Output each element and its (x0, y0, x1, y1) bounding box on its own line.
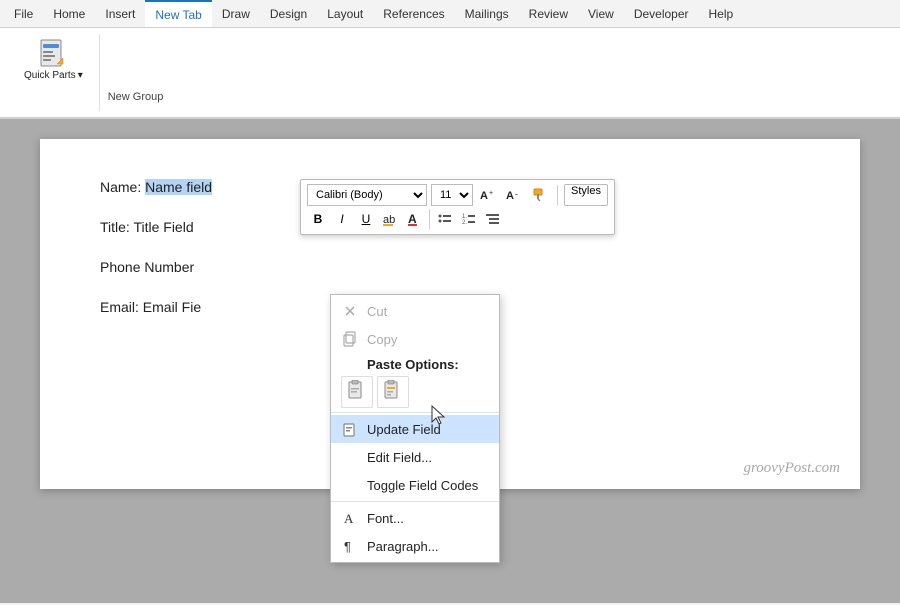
update-field-icon (341, 420, 359, 438)
ctx-paragraph-label: Paragraph... (367, 539, 439, 554)
edit-field-icon (341, 448, 359, 466)
ribbon-tab-bar: File Home Insert New Tab Draw Design Lay… (0, 0, 900, 28)
ribbon: File Home Insert New Tab Draw Design Lay… (0, 0, 900, 119)
copy-icon (341, 330, 359, 348)
decrease-font-button[interactable]: A- (503, 184, 525, 206)
tab-draw[interactable]: Draw (212, 0, 260, 27)
tab-file[interactable]: File (4, 0, 43, 27)
new-group-label: New Group (100, 34, 172, 111)
name-prefix: Name: (100, 179, 145, 195)
name-field-selected: Name field (145, 179, 212, 195)
ctx-paragraph[interactable]: ¶ Paragraph... (331, 532, 499, 560)
ctx-update-field[interactable]: Update Field (331, 415, 499, 443)
svg-text:A: A (408, 212, 417, 226)
paragraph-icon: ¶ (341, 537, 359, 555)
float-toolbar: Calibri (Body) 11 A+ A- (300, 179, 615, 235)
paste-icon-1[interactable] (341, 376, 373, 408)
increase-font-button[interactable]: A+ (477, 184, 499, 206)
ctx-update-field-label: Update Field (367, 422, 441, 437)
highlight-color-button[interactable]: ab (379, 208, 401, 230)
underline-button[interactable]: U (355, 208, 377, 230)
ctx-copy[interactable]: Copy (331, 325, 499, 353)
ctx-font-label: Font... (367, 511, 404, 526)
quick-parts-label: Quick Parts ▾ (24, 70, 83, 81)
ctx-copy-label: Copy (367, 332, 397, 347)
ctx-paste-label: Paste Options: (331, 353, 499, 374)
font-color-button[interactable]: A (403, 208, 425, 230)
toolbar-separator-2 (429, 209, 430, 229)
ctx-toggle-field[interactable]: Toggle Field Codes (331, 471, 499, 499)
bullets-button[interactable] (434, 208, 456, 230)
float-toolbar-row2: B I U ab A (307, 208, 608, 230)
toggle-field-icon (341, 476, 359, 494)
quick-parts-button[interactable]: Quick Parts ▾ (16, 34, 91, 85)
tab-developer[interactable]: Developer (624, 0, 699, 27)
quick-parts-dropdown-icon: ▾ (78, 70, 83, 81)
document-area: Name: Name field Title: Title Field Phon… (0, 119, 900, 603)
context-menu: Cut Copy Paste Options: (330, 294, 500, 563)
tab-review[interactable]: Review (519, 0, 578, 27)
ctx-paste-row (331, 374, 499, 410)
tab-mailings[interactable]: Mailings (455, 0, 519, 27)
tab-home[interactable]: Home (43, 0, 95, 27)
ribbon-content: Quick Parts ▾ New Group (0, 28, 900, 118)
tab-view[interactable]: View (578, 0, 624, 27)
font-size-select[interactable]: 11 (431, 184, 473, 206)
numbering-button[interactable]: 1. 2. (458, 208, 480, 230)
tab-help[interactable]: Help (699, 0, 744, 27)
quick-parts-icon (37, 38, 69, 70)
paste-icon-2[interactable] (377, 376, 409, 408)
tab-references[interactable]: References (373, 0, 454, 27)
ctx-sep-1 (331, 412, 499, 413)
ctx-edit-field[interactable]: Edit Field... (331, 443, 499, 471)
ctx-sep-2 (331, 501, 499, 502)
format-painter-button[interactable] (529, 184, 551, 206)
svg-text:+: + (489, 190, 493, 197)
tab-insert[interactable]: Insert (95, 0, 145, 27)
ctx-font[interactable]: A Font... (331, 504, 499, 532)
ctx-cut-label: Cut (367, 304, 387, 319)
svg-text:2.: 2. (462, 220, 467, 226)
svg-text:¶: ¶ (344, 539, 351, 554)
tab-layout[interactable]: Layout (317, 0, 373, 27)
ctx-edit-field-label: Edit Field... (367, 450, 432, 465)
font-select[interactable]: Calibri (Body) (307, 184, 427, 206)
ctx-cut[interactable]: Cut (331, 297, 499, 325)
indent-button[interactable] (482, 208, 504, 230)
svg-text:A: A (480, 190, 488, 202)
ribbon-group-quickparts: Quick Parts ▾ (8, 34, 100, 111)
bold-button[interactable]: B (307, 208, 329, 230)
cut-icon (341, 302, 359, 320)
toolbar-separator-1 (557, 185, 558, 205)
tab-newtab[interactable]: New Tab (145, 0, 211, 27)
svg-text:A: A (344, 511, 354, 526)
svg-text:-: - (515, 189, 518, 199)
ctx-toggle-field-label: Toggle Field Codes (367, 478, 478, 493)
styles-button[interactable]: Styles (564, 184, 608, 206)
watermark: groovyPost.com (743, 460, 840, 477)
font-icon: A (341, 509, 359, 527)
italic-button[interactable]: I (331, 208, 353, 230)
svg-text:A: A (506, 190, 514, 202)
document-page: Name: Name field Title: Title Field Phon… (40, 139, 860, 489)
tab-design[interactable]: Design (260, 0, 317, 27)
float-toolbar-row1: Calibri (Body) 11 A+ A- (307, 184, 608, 206)
doc-line-phone: Phone Number (100, 259, 800, 275)
